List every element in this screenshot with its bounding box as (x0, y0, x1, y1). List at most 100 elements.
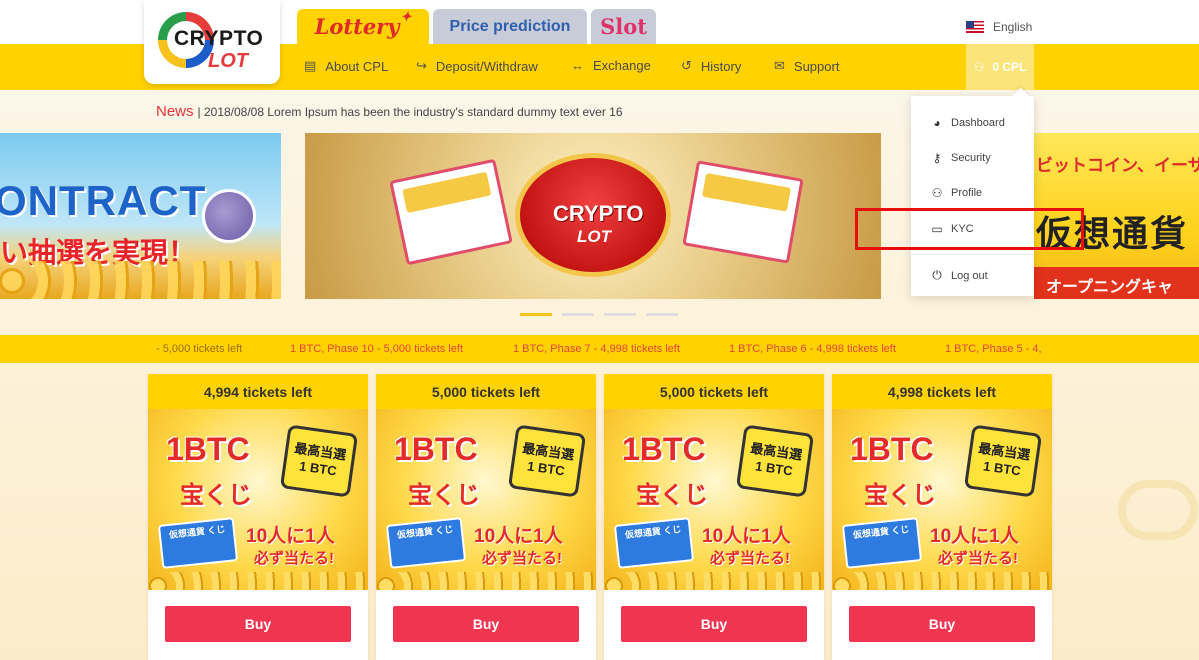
dashboard-icon: ◕ (933, 116, 941, 130)
carousel-dot[interactable] (520, 313, 552, 316)
card-art-badge: 最高当選 1 BTC (279, 424, 359, 498)
news-text: | 2018/08/08 Lorem Ipsum has been the in… (197, 104, 623, 119)
nav-deposit-withdraw[interactable]: ↪ Deposit/Withdraw (416, 58, 538, 74)
card-art-badge: 最高当選 1 BTC (963, 424, 1043, 498)
card-art-badge: 最高当選 1 BTC (735, 424, 815, 498)
news-bar[interactable]: News | 2018/08/08 Lorem Ipsum has been t… (156, 103, 623, 120)
card-art-kuji: 宝くじ (408, 482, 480, 509)
gold-coins-image (148, 572, 368, 590)
banner-center[interactable]: CRYPTO LOT (305, 133, 881, 299)
card-art-line2: 必ず当たる! (482, 550, 562, 567)
mail-icon: ✉ (774, 58, 785, 73)
key-icon: ⚷ (932, 151, 942, 165)
tab-lottery-label: Lottery (314, 14, 400, 39)
card-art-ticket: 仮想通貨 くじ (385, 517, 467, 569)
card-art-line1: 10人に1人 (246, 526, 335, 547)
carousel-dot[interactable] (604, 313, 636, 316)
account-dropdown: ◕ Dashboard ⚷ Security ⚇ Profile ▭ KYC ⏻… (911, 96, 1034, 296)
banner-right-line3: オープニングキャ (1034, 267, 1199, 299)
ethereum-icon (202, 189, 256, 243)
gold-coins-image (604, 572, 824, 590)
banner-left-title: ONTRACT (0, 177, 207, 224)
buy-button[interactable]: Buy (165, 606, 351, 642)
lottery-card-image[interactable]: 1BTC 宝くじ 最高当選 1 BTC 仮想通貨 くじ 10人に1人 必ず当たる… (376, 409, 596, 590)
dropdown-item-profile[interactable]: ⚇ Profile (929, 186, 983, 200)
ticker-item: 1 BTC, Phase 5 - 4, (945, 343, 1042, 355)
gold-coins-image (376, 572, 596, 590)
user-icon: ⚇ (931, 186, 943, 200)
ticker-item: - 5,000 tickets left (156, 343, 243, 355)
dropdown-item-logout[interactable]: ⏻ Log out (929, 268, 988, 283)
card-art-line2: 必ず当たる! (254, 550, 334, 567)
card-art-btc: 1BTC (622, 431, 706, 467)
nav-exchange-label: Exchange (593, 58, 651, 73)
tab-price-prediction[interactable]: Price prediction (433, 9, 587, 44)
banner-center-crypto: CRYPTO (553, 201, 644, 226)
buy-button[interactable]: Buy (621, 606, 807, 642)
tab-lottery[interactable]: Lottery ✦ (297, 9, 429, 44)
ticker-item: 1 BTC, Phase 10 - 5,000 tickets left (290, 343, 464, 355)
card-art-badge: 最高当選 1 BTC (507, 424, 587, 498)
nav-support[interactable]: ✉ Support (774, 58, 839, 74)
card-tickets-left: 4,998 tickets left (832, 374, 1052, 409)
nav-history-label: History (700, 58, 742, 74)
card-art-btc: 1BTC (850, 431, 934, 467)
ticker-edge (1046, 335, 1199, 363)
account-balance: 0 CPL (992, 60, 1027, 74)
nav-history[interactable]: ↺ History (681, 58, 741, 74)
carousel-dot[interactable] (646, 313, 678, 316)
banner-right-line1: ビットコイン、イーサ (1036, 156, 1199, 175)
tab-slot[interactable]: Slot (591, 9, 656, 44)
lottery-card: 4,998 tickets left 1BTC 宝くじ 最高当選 1 BTC 仮… (832, 374, 1052, 660)
card-art-btc: 1BTC (166, 431, 250, 467)
history-icon: ↺ (681, 58, 692, 73)
user-icon: ⚇ (973, 60, 985, 74)
language-selector[interactable]: English (966, 20, 1032, 34)
dropdown-item-label: Dashboard (951, 117, 1005, 129)
logo-text-lot: LOT (208, 50, 248, 72)
arrow-in-out-icon: ↪ (416, 58, 427, 73)
nav-about-cpl[interactable]: ▤ About CPL (304, 58, 388, 74)
account-balance-button[interactable]: ⚇ 0 CPL (966, 44, 1034, 90)
card-art-line2: 必ず当たる! (710, 550, 790, 567)
dropdown-item-label: Profile (951, 187, 983, 199)
lottery-card: 5,000 tickets left 1BTC 宝くじ 最高当選 1 BTC 仮… (604, 374, 824, 660)
banner-center-lot: LOT (577, 227, 611, 246)
card-art-btc: 1BTC (394, 431, 478, 467)
lottery-card-image[interactable]: 1BTC 宝くじ 最高当選 1 BTC 仮想通貨 くじ 10人に1人 必ず当たる… (832, 409, 1052, 590)
ticker-bar: - 5,000 tickets left 1 BTC, Phase 10 - 5… (0, 335, 1199, 363)
card-art-kuji: 宝くじ (180, 482, 252, 509)
card-art-kuji: 宝くじ (864, 482, 936, 509)
tab-price-prediction-label: Price prediction (449, 17, 571, 35)
nav-exchange[interactable]: ↔ Exchange (571, 58, 651, 73)
card-art-line2: 必ず当たる! (938, 550, 1018, 567)
sparkle-icon: ✦ (400, 10, 412, 25)
lottery-card: 5,000 tickets left 1BTC 宝くじ 最高当選 1 BTC 仮… (376, 374, 596, 660)
ticker-item: 1 BTC, Phase 6 - 4,998 tickets left (729, 343, 896, 355)
banner-left[interactable]: ONTRACT い抽選を実現！ (0, 133, 281, 299)
logo[interactable]: CRYPTO LOT (144, 0, 280, 84)
dropdown-item-security[interactable]: ⚷ Security (929, 151, 991, 165)
logo-text-crypto: CRYPTO (174, 27, 264, 50)
card-tickets-left: 5,000 tickets left (604, 374, 824, 409)
carousel-dot[interactable] (562, 313, 594, 316)
dropdown-divider (911, 254, 1034, 255)
lottery-card: 4,994 tickets left 1BTC 宝くじ 最高当選 1 BTC 仮… (148, 374, 368, 660)
carousel-dots (520, 313, 678, 316)
lottery-card-image[interactable]: 1BTC 宝くじ 最高当選 1 BTC 仮想通貨 くじ 10人に1人 必ず当たる… (604, 409, 824, 590)
decorative-ribbon (1118, 480, 1198, 540)
language-label: English (993, 20, 1033, 34)
lottery-card-image[interactable]: 1BTC 宝くじ 最高当選 1 BTC 仮想通貨 くじ 10人に1人 必ず当たる… (148, 409, 368, 590)
exchange-arrows-icon: ↔ (571, 58, 584, 73)
card-art-ticket: 仮想通貨 くじ (841, 517, 923, 569)
lottery-ticket-image (389, 158, 513, 266)
card-art-ticket: 仮想通貨 くじ (613, 517, 695, 569)
nav-support-label: Support (793, 58, 840, 74)
nav-about-cpl-label: About CPL (325, 58, 389, 74)
card-art-kuji: 宝くじ (636, 482, 708, 509)
power-icon: ⏻ (932, 268, 942, 282)
dropdown-item-label: Log out (951, 269, 988, 282)
dropdown-item-dashboard[interactable]: ◕ Dashboard (929, 116, 1005, 130)
buy-button[interactable]: Buy (849, 606, 1035, 642)
buy-button[interactable]: Buy (393, 606, 579, 642)
